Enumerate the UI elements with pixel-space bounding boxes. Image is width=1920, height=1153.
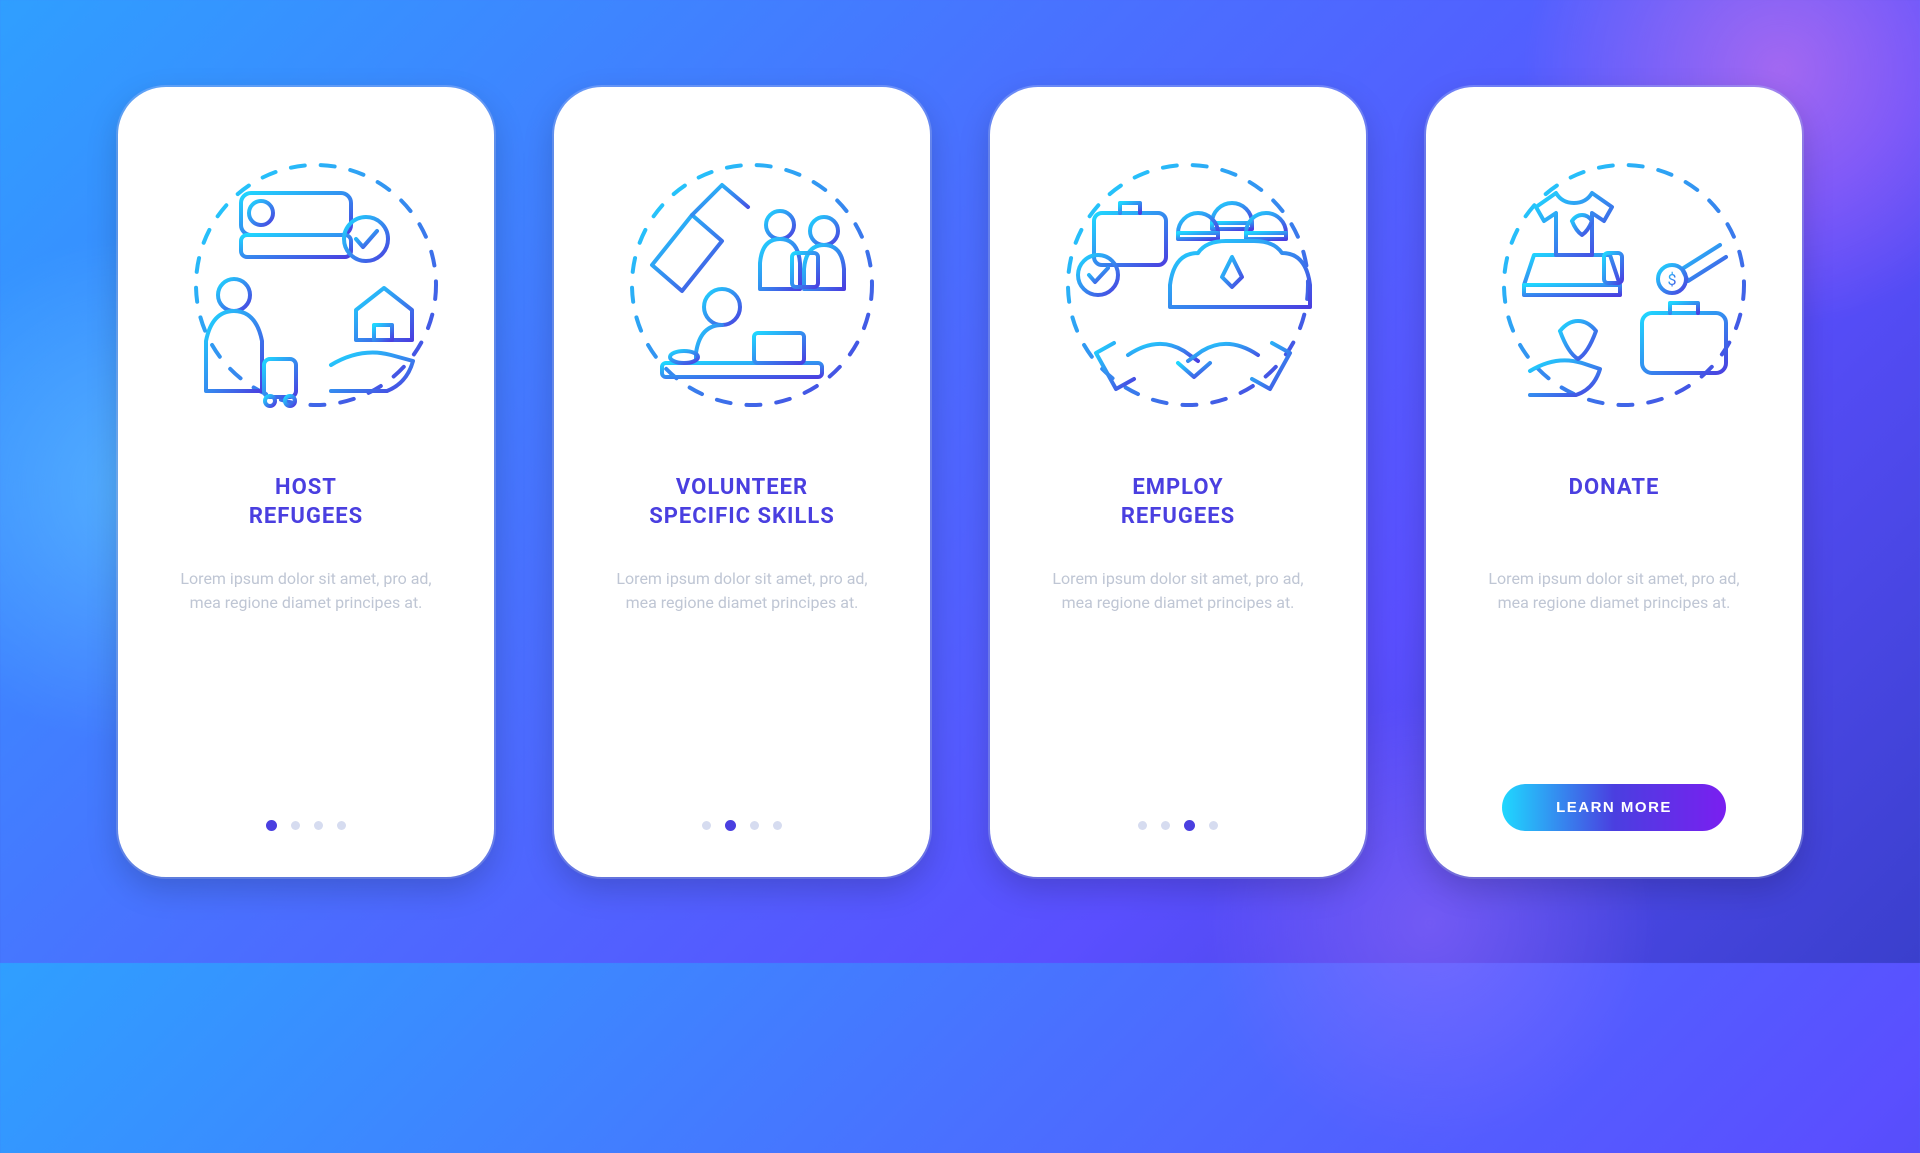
- volunteer-skills-icon: [592, 135, 892, 435]
- onboarding-screen-host: HOST REFUGEES Lorem ipsum dolor sit amet…: [118, 87, 494, 877]
- dot[interactable]: [291, 821, 300, 830]
- screen-title: EMPLOY REFUGEES: [1121, 473, 1235, 533]
- host-refugees-icon: [156, 135, 456, 435]
- onboarding-screen-donate: $ DONATE Lorem ipsum dolor sit amet, pro…: [1426, 87, 1802, 877]
- pagination-dots: [554, 820, 930, 831]
- screen-description: Lorem ipsum dolor sit amet, pro ad, mea …: [1474, 567, 1754, 617]
- dot[interactable]: [750, 821, 759, 830]
- pagination-dots: [118, 820, 494, 831]
- screen-description: Lorem ipsum dolor sit amet, pro ad, mea …: [1038, 567, 1318, 617]
- onboarding-screen-volunteer: VOLUNTEER SPECIFIC SKILLS Lorem ipsum do…: [554, 87, 930, 877]
- dot[interactable]: [1138, 821, 1147, 830]
- screen-title: DONATE: [1569, 473, 1660, 533]
- pagination-dots: [990, 820, 1366, 831]
- employ-refugees-icon: [1028, 135, 1328, 435]
- dot[interactable]: [702, 821, 711, 830]
- dot[interactable]: [1209, 821, 1218, 830]
- cta-footer: LEARN MORE: [1426, 784, 1802, 831]
- dot[interactable]: [337, 821, 346, 830]
- screen-description: Lorem ipsum dolor sit amet, pro ad, mea …: [602, 567, 882, 617]
- onboarding-screen-employ: EMPLOY REFUGEES Lorem ipsum dolor sit am…: [990, 87, 1366, 877]
- dot[interactable]: [773, 821, 782, 830]
- dot[interactable]: [266, 820, 277, 831]
- screen-description: Lorem ipsum dolor sit amet, pro ad, mea …: [166, 567, 446, 617]
- dot[interactable]: [1161, 821, 1170, 830]
- learn-more-button[interactable]: LEARN MORE: [1502, 784, 1726, 831]
- dot[interactable]: [725, 820, 736, 831]
- screen-title: HOST REFUGEES: [249, 473, 363, 533]
- screen-title: VOLUNTEER SPECIFIC SKILLS: [649, 473, 835, 533]
- svg-text:$: $: [1668, 270, 1677, 289]
- dot[interactable]: [1184, 820, 1195, 831]
- donate-icon: $: [1464, 135, 1764, 435]
- dot[interactable]: [314, 821, 323, 830]
